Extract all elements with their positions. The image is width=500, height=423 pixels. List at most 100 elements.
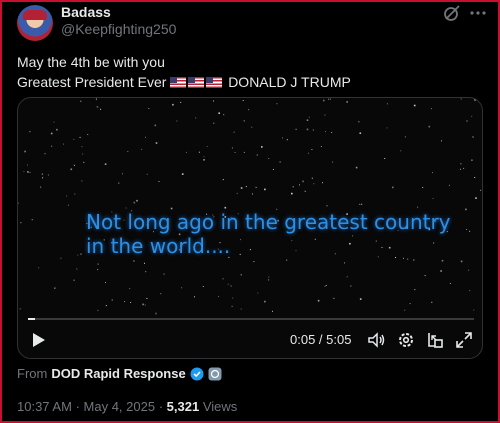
- star: [227, 283, 229, 285]
- star: [202, 286, 204, 287]
- grok-icon[interactable]: [443, 4, 461, 22]
- star: [355, 166, 358, 169]
- star: [127, 151, 129, 152]
- author-name[interactable]: Badass: [61, 4, 111, 20]
- volume-icon[interactable]: [366, 330, 386, 350]
- star: [76, 268, 78, 270]
- star: [73, 138, 75, 140]
- star: [60, 257, 62, 259]
- star: [463, 167, 465, 169]
- star: [163, 273, 165, 275]
- fullscreen-icon[interactable]: [454, 330, 474, 350]
- star: [386, 103, 388, 105]
- star: [218, 295, 220, 297]
- star: [272, 310, 273, 312]
- star: [20, 222, 22, 224]
- star: [472, 136, 474, 138]
- star: [38, 267, 40, 269]
- star: [125, 207, 127, 209]
- star: [223, 114, 225, 116]
- star: [252, 193, 253, 195]
- settings-icon[interactable]: [396, 330, 416, 350]
- avatar[interactable]: [17, 5, 53, 41]
- caption-line-2: in the world....: [86, 234, 231, 258]
- star: [469, 230, 471, 232]
- star: [480, 189, 482, 191]
- meta-separator: ·: [75, 399, 80, 414]
- star: [97, 269, 99, 271]
- star: [441, 259, 444, 262]
- post-date[interactable]: May 4, 2025: [84, 399, 156, 414]
- star: [333, 297, 335, 299]
- star: [311, 149, 313, 150]
- star: [268, 276, 270, 278]
- star: [325, 285, 327, 286]
- star: [242, 100, 244, 101]
- star: [361, 203, 363, 205]
- star: [224, 206, 227, 209]
- star: [441, 140, 442, 142]
- star: [350, 285, 352, 287]
- star: [424, 275, 426, 276]
- star: [317, 299, 320, 302]
- star: [346, 101, 348, 103]
- star: [422, 187, 424, 188]
- progress-bar[interactable]: [28, 318, 474, 320]
- video-caption: Not long ago in the greatest country in …: [86, 210, 451, 258]
- star: [146, 298, 148, 299]
- star: [440, 270, 442, 272]
- star: [299, 184, 300, 186]
- progress-fill: [28, 318, 36, 320]
- star: [42, 177, 44, 179]
- more-icon[interactable]: [468, 5, 488, 21]
- star: [279, 161, 281, 163]
- author-handle[interactable]: @Keepfighting250: [61, 21, 176, 37]
- star: [74, 193, 76, 195]
- star: [53, 121, 55, 123]
- star: [136, 199, 138, 202]
- star: [465, 208, 467, 211]
- star: [407, 258, 409, 260]
- star: [460, 163, 462, 165]
- star: [141, 148, 143, 150]
- star: [329, 98, 331, 100]
- star: [155, 312, 157, 315]
- gov-badge-icon: [208, 367, 222, 380]
- from-label: From: [17, 366, 48, 381]
- star: [448, 184, 450, 186]
- star: [105, 305, 107, 307]
- star: [311, 177, 313, 179]
- star: [268, 279, 270, 281]
- star: [466, 229, 468, 230]
- time-display: 0:05 / 5:05: [290, 332, 352, 347]
- star: [428, 125, 431, 128]
- source-name[interactable]: DOD Rapid Response: [51, 366, 185, 381]
- play-icon[interactable]: [28, 330, 48, 350]
- star: [145, 136, 146, 138]
- star: [104, 163, 107, 165]
- star: [272, 169, 274, 170]
- star: [286, 259, 288, 261]
- star: [414, 289, 416, 291]
- star: [474, 177, 476, 178]
- star: [331, 132, 333, 133]
- star: [160, 293, 162, 295]
- pip-icon[interactable]: [425, 330, 445, 350]
- star: [66, 195, 68, 197]
- video-player[interactable]: Not long ago in the greatest country in …: [17, 97, 483, 359]
- star: [304, 190, 306, 192]
- star: [203, 159, 205, 161]
- star: [129, 288, 131, 290]
- star: [24, 150, 26, 153]
- post-line-2-prefix: Greatest President Ever: [17, 74, 167, 90]
- star: [324, 285, 326, 287]
- star: [154, 124, 157, 127]
- star: [359, 203, 361, 205]
- star: [312, 129, 314, 131]
- star: [460, 260, 463, 263]
- star: [251, 126, 253, 128]
- post-time[interactable]: 10:37 AM: [17, 399, 72, 414]
- star: [73, 279, 75, 281]
- star: [181, 173, 184, 175]
- star: [180, 101, 182, 103]
